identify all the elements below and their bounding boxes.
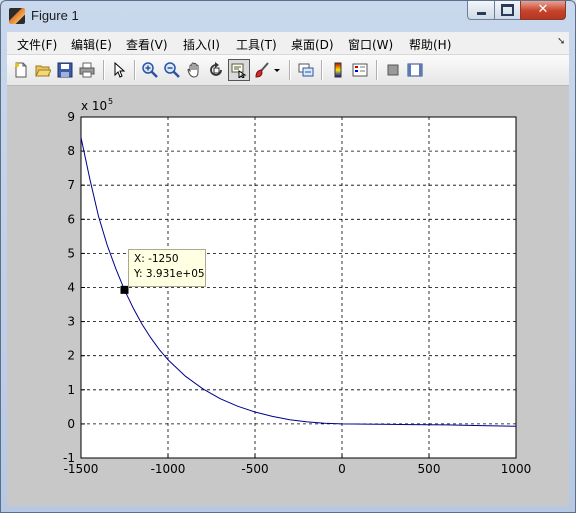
menu-window[interactable]: 窗口(W) xyxy=(348,36,393,53)
print-button[interactable] xyxy=(77,60,97,80)
colorbar-icon xyxy=(334,62,342,78)
legend-button[interactable] xyxy=(350,60,370,80)
colorbar-button[interactable] xyxy=(328,60,348,80)
rotate-3d-icon xyxy=(210,62,222,76)
menu-tools[interactable]: 工具(T) xyxy=(236,36,277,53)
maximize-icon xyxy=(501,4,514,16)
hide-plot-tools-button[interactable] xyxy=(383,60,403,80)
figure-canvas xyxy=(7,86,569,506)
maximize-button[interactable] xyxy=(494,1,521,20)
menu-overflow-icon[interactable]: ➘ xyxy=(557,36,565,47)
menu-file[interactable]: 文件(F) xyxy=(17,36,57,53)
data-cursor-icon xyxy=(231,63,247,78)
link-plot-icon xyxy=(298,63,314,77)
pan-icon xyxy=(187,62,199,78)
brush-dropdown-button[interactable] xyxy=(272,60,282,80)
close-button[interactable]: ✕ xyxy=(520,1,566,20)
new-figure-icon xyxy=(15,62,27,78)
legend-icon xyxy=(352,63,368,77)
zoom-in-button[interactable] xyxy=(140,60,160,80)
menu-desktop[interactable]: 桌面(D) xyxy=(291,36,334,53)
brush-icon xyxy=(255,62,269,78)
new-figure-button[interactable] xyxy=(11,60,31,80)
data-tip-x: X: -1250 xyxy=(134,253,179,265)
hide-plot-tools-icon xyxy=(387,64,399,76)
show-plot-tools-button[interactable] xyxy=(405,60,425,80)
toolbar-separator xyxy=(376,60,378,80)
brush-button[interactable] xyxy=(252,60,272,80)
title-bar[interactable]: Figure 1 ✕ xyxy=(1,1,575,31)
zoom-out-icon xyxy=(164,62,180,78)
data-tip[interactable]: X: -1250 Y: 3.931e+05 xyxy=(128,249,206,287)
menu-edit[interactable]: 编辑(E) xyxy=(71,36,112,53)
save-icon xyxy=(57,62,73,78)
data-tip-y: Y: 3.931e+05 xyxy=(134,268,205,280)
minimize-icon xyxy=(476,11,486,15)
brush-dropdown-icon xyxy=(274,69,280,72)
menu-help[interactable]: 帮助(H) xyxy=(409,36,451,53)
figure-window: Figure 1 ✕ 文件(F) 编辑(E) 查看(V) 插入(I) 工具(T)… xyxy=(0,0,576,513)
zoom-in-icon xyxy=(142,62,158,78)
toolbar-separator xyxy=(289,60,291,80)
toolbar-separator xyxy=(321,60,323,80)
save-button[interactable] xyxy=(55,60,75,80)
menu-bar: 文件(F) 编辑(E) 查看(V) 插入(I) 工具(T) 桌面(D) 窗口(W… xyxy=(7,32,569,55)
toolbar-separator xyxy=(103,60,105,80)
toolbar xyxy=(7,55,569,86)
menu-insert[interactable]: 插入(I) xyxy=(183,36,220,53)
window-title: Figure 1 xyxy=(31,8,79,23)
menu-view[interactable]: 查看(V) xyxy=(126,36,168,53)
pointer-icon xyxy=(114,62,126,78)
data-cursor-button[interactable] xyxy=(228,59,250,81)
pointer-button[interactable] xyxy=(109,60,129,80)
matlab-icon xyxy=(9,8,25,24)
zoom-out-button[interactable] xyxy=(162,60,182,80)
minimize-button[interactable] xyxy=(467,1,495,20)
rotate-3d-button[interactable] xyxy=(206,60,226,80)
close-icon: ✕ xyxy=(537,2,549,17)
link-plot-button[interactable] xyxy=(296,60,316,80)
toolbar-separator xyxy=(134,60,136,80)
print-icon xyxy=(79,62,95,78)
show-plot-tools-icon xyxy=(407,63,423,77)
pan-button[interactable] xyxy=(184,60,204,80)
open-file-icon xyxy=(35,65,51,77)
open-file-button[interactable] xyxy=(33,60,53,80)
